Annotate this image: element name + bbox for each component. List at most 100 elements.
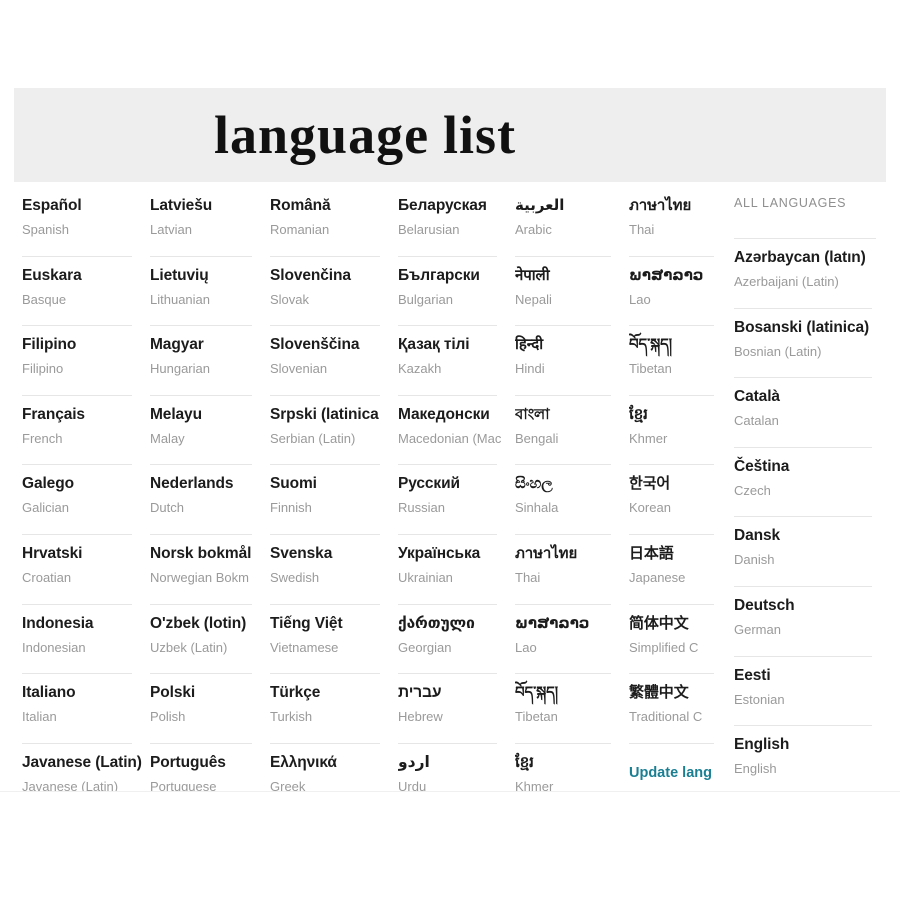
language-list-item[interactable]: Deutsch German: [734, 585, 886, 656]
language-list-item[interactable]: Slovenščina Slovenian: [270, 325, 390, 395]
language-english-name: Urdu: [398, 778, 427, 792]
language-list-item[interactable]: Русский Russian: [398, 464, 507, 534]
language-list-item[interactable]: Polski Polish: [150, 673, 262, 743]
language-native-name: Македонски: [398, 405, 490, 423]
language-list-item[interactable]: العربية Arabic: [515, 186, 621, 256]
language-list-item[interactable]: Melayu Malay: [150, 394, 262, 465]
language-list-item[interactable]: Қазақ тілі Kazakh: [398, 325, 507, 395]
language-native-name: ខ្មែរ: [515, 753, 534, 771]
language-native-name: Latviešu: [150, 197, 213, 214]
language-list-item[interactable]: Slovenčina Slovak: [270, 255, 390, 326]
language-native-name: Қазақ тілі: [398, 336, 470, 354]
language-list-item[interactable]: བོད་སྐད། Tibetan: [629, 325, 724, 395]
language-list-item[interactable]: Nederlands Dutch: [150, 464, 262, 534]
language-list-item[interactable]: Lietuvių Lithuanian: [150, 255, 262, 326]
language-list-item[interactable]: Tiếng Việt Vietnamese: [270, 603, 390, 674]
language-list-item[interactable]: 한국어 Korean: [629, 464, 724, 534]
language-column-4: العربية Arabic नेपाली Nepali हिन्दी Hindi বাংল…: [507, 186, 621, 792]
language-list-item[interactable]: Hrvatski Croatian: [22, 533, 142, 604]
language-list-item[interactable]: Português Portuguese: [150, 742, 262, 792]
language-list-item[interactable]: Norsk bokmål Norwegian Bokm: [150, 533, 262, 604]
language-list-item[interactable]: नेपाली Nepali: [515, 255, 621, 326]
language-english-name: Macedonian (Mac: [398, 430, 502, 446]
language-native-name: Norsk bokmål: [150, 544, 252, 562]
language-list-item[interactable]: ภาษาไทย Thai: [515, 533, 621, 604]
language-list-item[interactable]: Filipino Filipino: [22, 325, 142, 395]
language-list-item[interactable]: ภาษาไทย Thai: [629, 186, 724, 256]
language-english-name: Thai: [629, 222, 655, 237]
language-english-name: Lao: [629, 291, 651, 307]
language-list-item[interactable]: Bosanski (latinica) Bosnian (Latin): [734, 307, 886, 378]
language-english-name: Finnish: [270, 500, 312, 516]
language-english-name: Khmer: [515, 778, 554, 792]
language-list-item[interactable]: ພາສາລາວ Lao: [629, 255, 724, 326]
language-column-2: Română Romanian Slovenčina Slovak Slovenščin…: [262, 186, 390, 792]
language-english-name: Turkish: [270, 709, 313, 725]
language-list-item[interactable]: Svenska Swedish: [270, 533, 390, 604]
language-list-item[interactable]: Javanese (Latin) Javanese (Latin): [22, 742, 142, 792]
language-native-name: Azərbaycan (latın): [734, 249, 866, 266]
language-column-0: Español Spanish Euskara Basque Filipino Filip…: [14, 186, 142, 792]
language-english-name: Hindi: [515, 361, 545, 377]
language-list-item[interactable]: Українська Ukrainian: [398, 533, 507, 604]
language-list-item[interactable]: ខ្មែរ Khmer: [629, 394, 724, 465]
language-list-item[interactable]: සිංහල Sinhala: [515, 464, 621, 534]
language-native-name: Français: [22, 405, 85, 423]
language-list-item[interactable]: Čeština Czech: [734, 446, 886, 517]
language-list-item[interactable]: Dansk Danish: [734, 516, 886, 586]
language-native-name: Filipino: [22, 336, 77, 354]
language-list-item[interactable]: עברית Hebrew: [398, 673, 507, 743]
language-native-name: Svenska: [270, 544, 333, 562]
language-list-item[interactable]: Azərbaycan (latın) Azerbaijani (Latin): [734, 238, 886, 308]
language-english-name: Indonesian: [22, 639, 86, 655]
language-english-name: Ukrainian: [398, 569, 453, 585]
language-list-item[interactable]: Türkçe Turkish: [270, 673, 390, 743]
page-title-word-1: language: [214, 105, 430, 165]
language-column-3: Беларуская Belarusian Български Bulgarian Қа…: [390, 186, 507, 792]
language-list-item[interactable]: ພາສາລາວ Lao: [515, 603, 621, 674]
language-list-item[interactable]: 简体中文 Simplified C: [629, 603, 724, 674]
language-list-item[interactable]: Latviešu Latvian: [150, 186, 262, 256]
language-list-item[interactable]: Español Spanish: [22, 186, 142, 256]
language-list-item[interactable]: O'zbek (lotin) Uzbek (Latin): [150, 603, 262, 674]
language-english-name: Russian: [398, 500, 445, 516]
language-english-name: Hebrew: [398, 709, 443, 725]
language-native-name: Русский: [398, 475, 460, 493]
language-list-item[interactable]: English English: [734, 725, 886, 792]
language-list-item[interactable]: ខ្មែរ Khmer: [515, 742, 621, 792]
language-list-item[interactable]: Français French: [22, 394, 142, 465]
language-list-item[interactable]: বাংলা Bengali: [515, 394, 621, 465]
language-list-item[interactable]: Română Romanian: [270, 186, 390, 256]
language-native-name: 日本語: [629, 544, 674, 562]
language-english-name: French: [22, 430, 63, 446]
language-list-item[interactable]: Indonesia Indonesian: [22, 603, 142, 674]
language-english-name: Swedish: [270, 569, 320, 585]
language-list-item[interactable]: Eesti Estonian: [734, 655, 886, 726]
language-native-name: Dansk: [734, 527, 781, 545]
language-list-item[interactable]: Català Catalan: [734, 377, 886, 447]
language-list-item[interactable]: Беларуская Belarusian: [398, 186, 507, 256]
language-native-name: Lietuvių: [150, 266, 209, 284]
language-english-name: Bosnian (Latin): [734, 343, 822, 359]
update-languages-link[interactable]: Update lang: [629, 742, 724, 792]
language-list-item[interactable]: Galego Galician: [22, 464, 142, 534]
language-list-item[interactable]: Suomi Finnish: [270, 464, 390, 534]
language-list-item[interactable]: Ελληνικά Greek: [270, 742, 390, 792]
language-list-item[interactable]: Български Bulgarian: [398, 255, 507, 326]
language-list-item[interactable]: 繁體中文 Traditional C: [629, 673, 724, 743]
language-native-name: Українська: [398, 544, 481, 562]
language-list-item[interactable]: Magyar Hungarian: [150, 325, 262, 395]
language-list-item[interactable]: Македонски Macedonian (Mac: [398, 394, 507, 465]
language-english-name: Javanese (Latin): [22, 778, 119, 792]
language-list-item[interactable]: 日本語 Japanese: [629, 533, 724, 604]
language-list-item[interactable]: བོད་སྐད། Tibetan: [515, 673, 621, 743]
language-list-item[interactable]: Euskara Basque: [22, 255, 142, 326]
language-list-item[interactable]: Italiano Italian: [22, 673, 142, 743]
language-list-item[interactable]: Srpski (latinica Serbian (Latin): [270, 394, 390, 465]
language-english-name: Azerbaijani (Latin): [734, 274, 839, 289]
language-list-item[interactable]: ქართული Georgian: [398, 603, 507, 674]
language-list-item[interactable]: اردو Urdu: [398, 742, 507, 792]
language-list-item[interactable]: हिन्दी Hindi: [515, 325, 621, 395]
language-native-name: Hrvatski: [22, 544, 83, 562]
language-english-name: Vietnamese: [270, 639, 339, 655]
